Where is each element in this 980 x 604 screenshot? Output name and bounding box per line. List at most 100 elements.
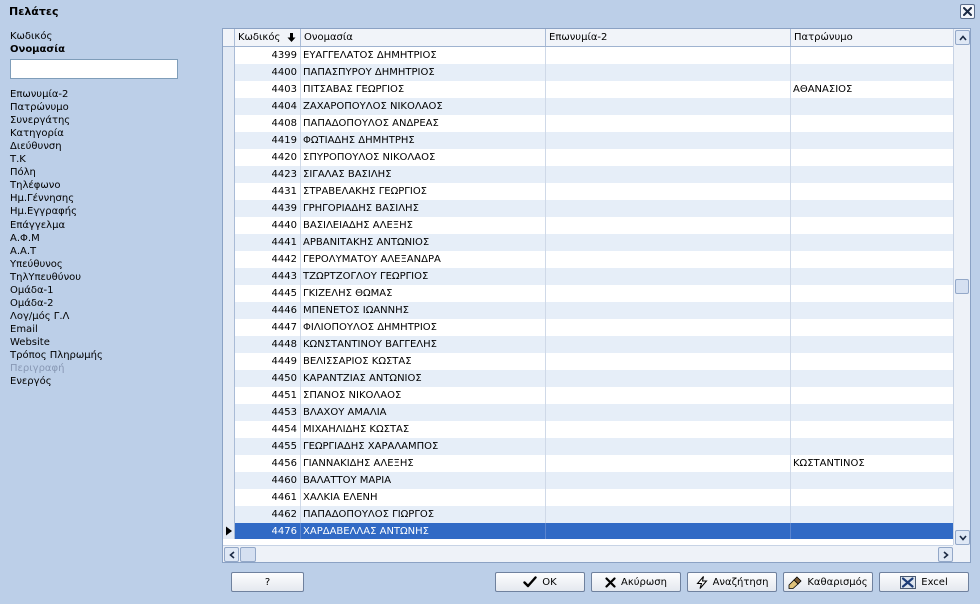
scroll-right-button[interactable] [938, 547, 953, 562]
lightning-icon [695, 575, 708, 589]
filter-field-item[interactable]: Ημ.Γέννησης [10, 192, 74, 205]
table-row[interactable]: 4423 ΣΙΓΑΛΑΣ ΒΑΣΙΛΗΣ [223, 166, 954, 183]
cell-code: 4443 [235, 268, 301, 285]
filter-field-item[interactable]: Πόλη [10, 166, 36, 179]
table-row[interactable]: 4451 ΣΠΑΝΟΣ ΝΙΚΟΛΑΟΣ [223, 387, 954, 404]
filter-field-item[interactable]: Υπεύθυνος [10, 258, 63, 271]
cancel-button[interactable]: Ακύρωση [591, 572, 681, 592]
filter-field-item[interactable]: Ενεργός [10, 375, 52, 388]
table-row[interactable]: 4446 ΜΠΕΝΕΤΟΣ ΙΩΑΝΝΗΣ [223, 302, 954, 319]
filter-field-item[interactable]: Τ.Κ [10, 153, 26, 166]
clear-button[interactable]: Καθαρισμός [783, 572, 873, 592]
column-header-name[interactable]: Ονομασία [301, 29, 546, 46]
check-icon [523, 576, 537, 588]
column-header-father[interactable]: Πατρώνυμο [791, 29, 954, 46]
row-indicator [223, 268, 235, 285]
cell-name2 [546, 370, 791, 387]
scroll-up-button[interactable] [955, 30, 970, 45]
table-row[interactable]: 4441 ΑΡΒΑΝΙΤΑΚΗΣ ΑΝΤΩΝΙΟΣ [223, 234, 954, 251]
cell-name: ΦΩΤΙΑΔΗΣ ΔΗΜΗΤΡΗΣ [301, 132, 546, 149]
column-header-name2[interactable]: Επωνυμία-2 [546, 29, 791, 46]
row-indicator [223, 251, 235, 268]
ok-button[interactable]: OK [495, 572, 585, 592]
cell-name: ΠΑΠΑΔΟΠΟΥΛΟΣ ΓΙΩΡΓΟΣ [301, 506, 546, 523]
search-input[interactable] [10, 59, 178, 79]
cell-name2 [546, 132, 791, 149]
sort-field-item[interactable]: Ονομασία [10, 43, 65, 56]
filter-field-item[interactable]: Τηλέφωνο [10, 179, 60, 192]
table-row[interactable]: 4455 ΓΕΩΡΓΙΑΔΗΣ ΧΑΡΑΛΑΜΠΟΣ [223, 438, 954, 455]
search-button[interactable]: Αναζήτηση [687, 572, 777, 592]
table-row[interactable]: 4431 ΣΤΡΑΒΕΛΑΚΗΣ ΓΕΩΡΓΙΟΣ [223, 183, 954, 200]
table-row[interactable]: 4443 ΤΖΩΡΤΖΟΓΛΟΥ ΓΕΩΡΓΙΟΣ [223, 268, 954, 285]
cell-name: ΠΑΠΑΔΟΠΟΥΛΟΣ ΑΝΔΡΕΑΣ [301, 115, 546, 132]
table-row[interactable]: 4419 ΦΩΤΙΑΔΗΣ ΔΗΜΗΤΡΗΣ [223, 132, 954, 149]
filter-field-item[interactable]: Α.Φ.Μ [10, 232, 40, 245]
table-row[interactable]: 4447 ΦΙΛΙΟΠΟΥΛΟΣ ΔΗΜΗΤΡΙΟΣ [223, 319, 954, 336]
scroll-down-button[interactable] [955, 530, 970, 545]
help-button-label: ? [264, 576, 271, 588]
scroll-thumb[interactable] [955, 279, 969, 294]
filter-field-item[interactable]: Ομάδα-1 [10, 284, 54, 297]
table-row[interactable]: 4450 ΚΑΡΑΝΤΖΙΑΣ ΑΝΤΩΝΙΟΣ [223, 370, 954, 387]
cell-name: ΖΑΧΑΡΟΠΟΥΛΟΣ ΝΙΚΟΛΑΟΣ [301, 98, 546, 115]
table-row[interactable]: 4400 ΠΑΠΑΣΠΥΡΟΥ ΔΗΜΗΤΡΙΟΣ [223, 64, 954, 81]
table-row[interactable]: 4460 ΒΑΛΑΤΤΟΥ ΜΑΡΙΑ [223, 472, 954, 489]
row-indicator [223, 370, 235, 387]
cell-father [791, 234, 954, 251]
table-row[interactable]: 4439 ΓΡΗΓΟΡΙΑΔΗΣ ΒΑΣΙΛΗΣ [223, 200, 954, 217]
cell-father [791, 47, 954, 64]
table-row[interactable]: 4454 ΜΙΧΑΗΛΙΔΗΣ ΚΩΣΤΑΣ [223, 421, 954, 438]
vertical-scrollbar[interactable] [953, 29, 970, 546]
table-row[interactable]: 4461 ΧΑΛΚΙΑ ΕΛΕΝΗ [223, 489, 954, 506]
close-button[interactable] [960, 4, 975, 19]
filter-field-item[interactable]: Α.Α.Τ [10, 245, 36, 258]
filter-field-item[interactable]: ΤηλΥπευθύνου [10, 271, 81, 284]
horizontal-scrollbar[interactable] [223, 545, 954, 562]
cell-name: ΓΚΙΖΕΛΗΣ ΘΩΜΑΣ [301, 285, 546, 302]
row-indicator [223, 183, 235, 200]
cell-name2 [546, 81, 791, 98]
filter-field-item[interactable]: Email [10, 323, 38, 336]
filter-field-item[interactable]: Website [10, 336, 50, 349]
filter-field-item[interactable]: Τρόπος Πληρωμής [10, 349, 103, 362]
filter-field-item[interactable]: Κατηγορία [10, 127, 64, 140]
hscroll-thumb[interactable] [240, 547, 256, 562]
excel-button[interactable]: Excel [879, 572, 969, 592]
cell-name2 [546, 319, 791, 336]
row-indicator [223, 404, 235, 421]
table-row[interactable]: 4456 ΓΙΑΝΝΑΚΙΔΗΣ ΑΛΕΞΗΣ ΚΩΣΤΑΝΤΙΝΟΣ [223, 455, 954, 472]
table-row[interactable]: 4453 ΒΛΑΧΟΥ ΑΜΑΛΙΑ [223, 404, 954, 421]
column-header-code[interactable]: Κωδικός [235, 29, 301, 46]
cell-name2 [546, 472, 791, 489]
table-row[interactable]: 4448 ΚΩΝΣΤΑΝΤΙΝΟΥ ΒΑΓΓΕΛΗΣ [223, 336, 954, 353]
filter-field-item[interactable]: Ημ.Εγγραφής [10, 205, 77, 218]
filter-field-item[interactable]: Ομάδα-2 [10, 297, 54, 310]
filter-field-item[interactable]: Συνεργάτης [10, 114, 70, 127]
cell-name: ΠΑΠΑΣΠΥΡΟΥ ΔΗΜΗΤΡΙΟΣ [301, 64, 546, 81]
table-row[interactable]: 4442 ΓΕΡΟΛΥΜΑΤΟΥ ΑΛΕΞΑΝΔΡΑ [223, 251, 954, 268]
filter-field-item[interactable]: Επωνυμία-2 [10, 88, 68, 101]
cell-code: 4420 [235, 149, 301, 166]
table-row[interactable]: 4403 ΠΙΤΣΑΒΑΣ ΓΕΩΡΓΙΟΣ ΑΘΑΝΑΣΙΟΣ [223, 81, 954, 98]
table-row[interactable]: 4476 ΧΑΡΔΑΒΕΛΛΑΣ ΑΝΤΩΝΗΣ [223, 523, 954, 539]
help-button[interactable]: ? [231, 572, 304, 592]
table-row[interactable]: 4399 ΕΥΑΓΓΕΛΑΤΟΣ ΔΗΜΗΤΡΙΟΣ [223, 47, 954, 64]
table-row[interactable]: 4404 ΖΑΧΑΡΟΠΟΥΛΟΣ ΝΙΚΟΛΑΟΣ [223, 98, 954, 115]
table-row[interactable]: 4445 ΓΚΙΖΕΛΗΣ ΘΩΜΑΣ [223, 285, 954, 302]
table-row[interactable]: 4420 ΣΠΥΡΟΠΟΥΛΟΣ ΝΙΚΟΛΑΟΣ [223, 149, 954, 166]
filter-field-item[interactable]: Λογ/μός Γ.Λ [10, 310, 69, 323]
row-indicator [223, 217, 235, 234]
customers-grid[interactable]: Κωδικός Ονομασία Επωνυμία-2 Πατρώνυμο 43… [222, 28, 971, 563]
filter-field-item[interactable]: Πατρώνυμο [10, 101, 69, 114]
filter-field-item[interactable]: Επάγγελμα [10, 219, 65, 232]
scroll-left-button[interactable] [224, 547, 239, 562]
cell-code: 4453 [235, 404, 301, 421]
table-row[interactable]: 4462 ΠΑΠΑΔΟΠΟΥΛΟΣ ΓΙΩΡΓΟΣ [223, 506, 954, 523]
table-row[interactable]: 4408 ΠΑΠΑΔΟΠΟΥΛΟΣ ΑΝΔΡΕΑΣ [223, 115, 954, 132]
table-row[interactable]: 4440 ΒΑΣΙΛΕΙΑΔΗΣ ΑΛΕΞΗΣ [223, 217, 954, 234]
sort-field-item[interactable]: Κωδικός [10, 30, 52, 43]
table-row[interactable]: 4449 ΒΕΛΙΣΣΑΡΙΟΣ ΚΩΣΤΑΣ [223, 353, 954, 370]
filter-field-item[interactable]: Διεύθυνση [10, 140, 62, 153]
cell-name2 [546, 336, 791, 353]
